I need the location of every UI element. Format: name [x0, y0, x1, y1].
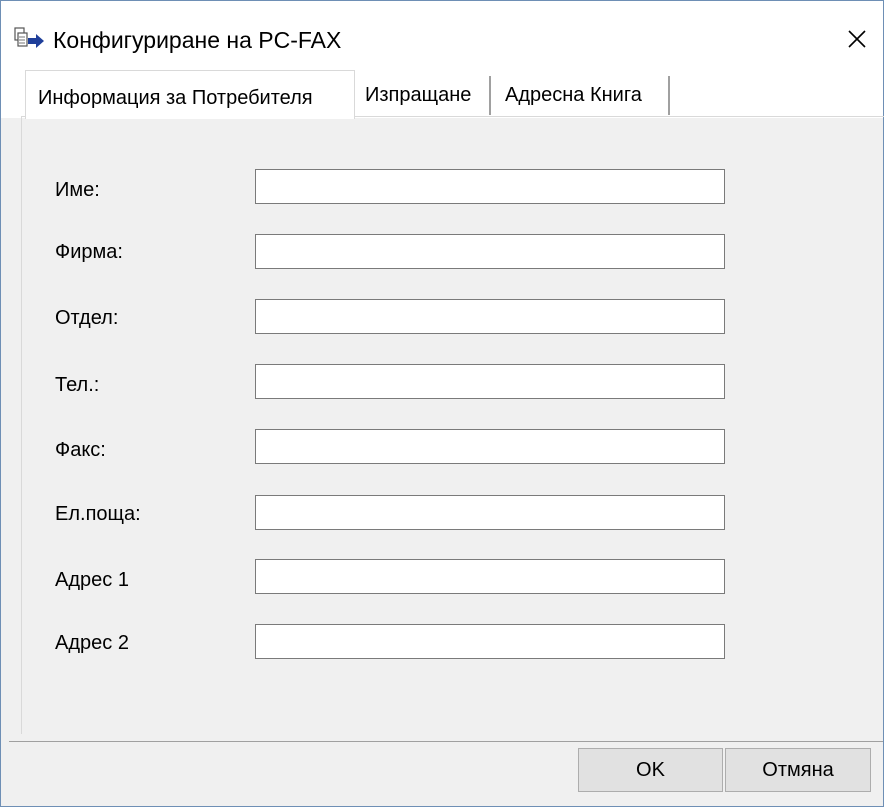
address2-field[interactable] — [255, 624, 725, 659]
company-label: Фирма: — [55, 241, 123, 263]
company-field[interactable] — [255, 234, 725, 269]
email-field[interactable] — [255, 495, 725, 530]
fax-label: Факс: — [55, 439, 106, 461]
close-button[interactable] — [837, 19, 877, 59]
department-label: Отдел: — [55, 307, 119, 329]
tab-user-info[interactable]: Информация за Потребителя — [25, 70, 355, 119]
title-bar: Конфигуриране на PC-FAX — [1, 1, 883, 63]
ok-button[interactable]: OK — [578, 748, 723, 792]
tab-sending[interactable]: Изпращане — [356, 76, 491, 115]
name-label: Име: — [55, 179, 100, 201]
fax-field[interactable] — [255, 429, 725, 464]
department-field[interactable] — [255, 299, 725, 334]
cancel-button[interactable]: Отмяна — [725, 748, 871, 792]
address2-label: Адрес 2 — [55, 632, 129, 654]
close-icon — [848, 30, 866, 48]
footer-divider — [9, 741, 883, 742]
name-field[interactable] — [255, 169, 725, 204]
address1-label: Адрес 1 — [55, 569, 129, 591]
phone-label: Тел.: — [55, 374, 100, 396]
window-title: Конфигуриране на PC-FAX — [53, 27, 342, 53]
tab-address-book[interactable]: Адресна Книга — [493, 76, 670, 115]
phone-field[interactable] — [255, 364, 725, 399]
pc-fax-icon — [14, 27, 46, 53]
pc-fax-config-dialog: Конфигуриране на PC-FAX Информация за По… — [0, 0, 884, 807]
tab-strip: Информация за Потребителя Изпращане Адре… — [1, 63, 883, 119]
address1-field[interactable] — [255, 559, 725, 594]
email-label: Ел.поща: — [55, 503, 141, 525]
